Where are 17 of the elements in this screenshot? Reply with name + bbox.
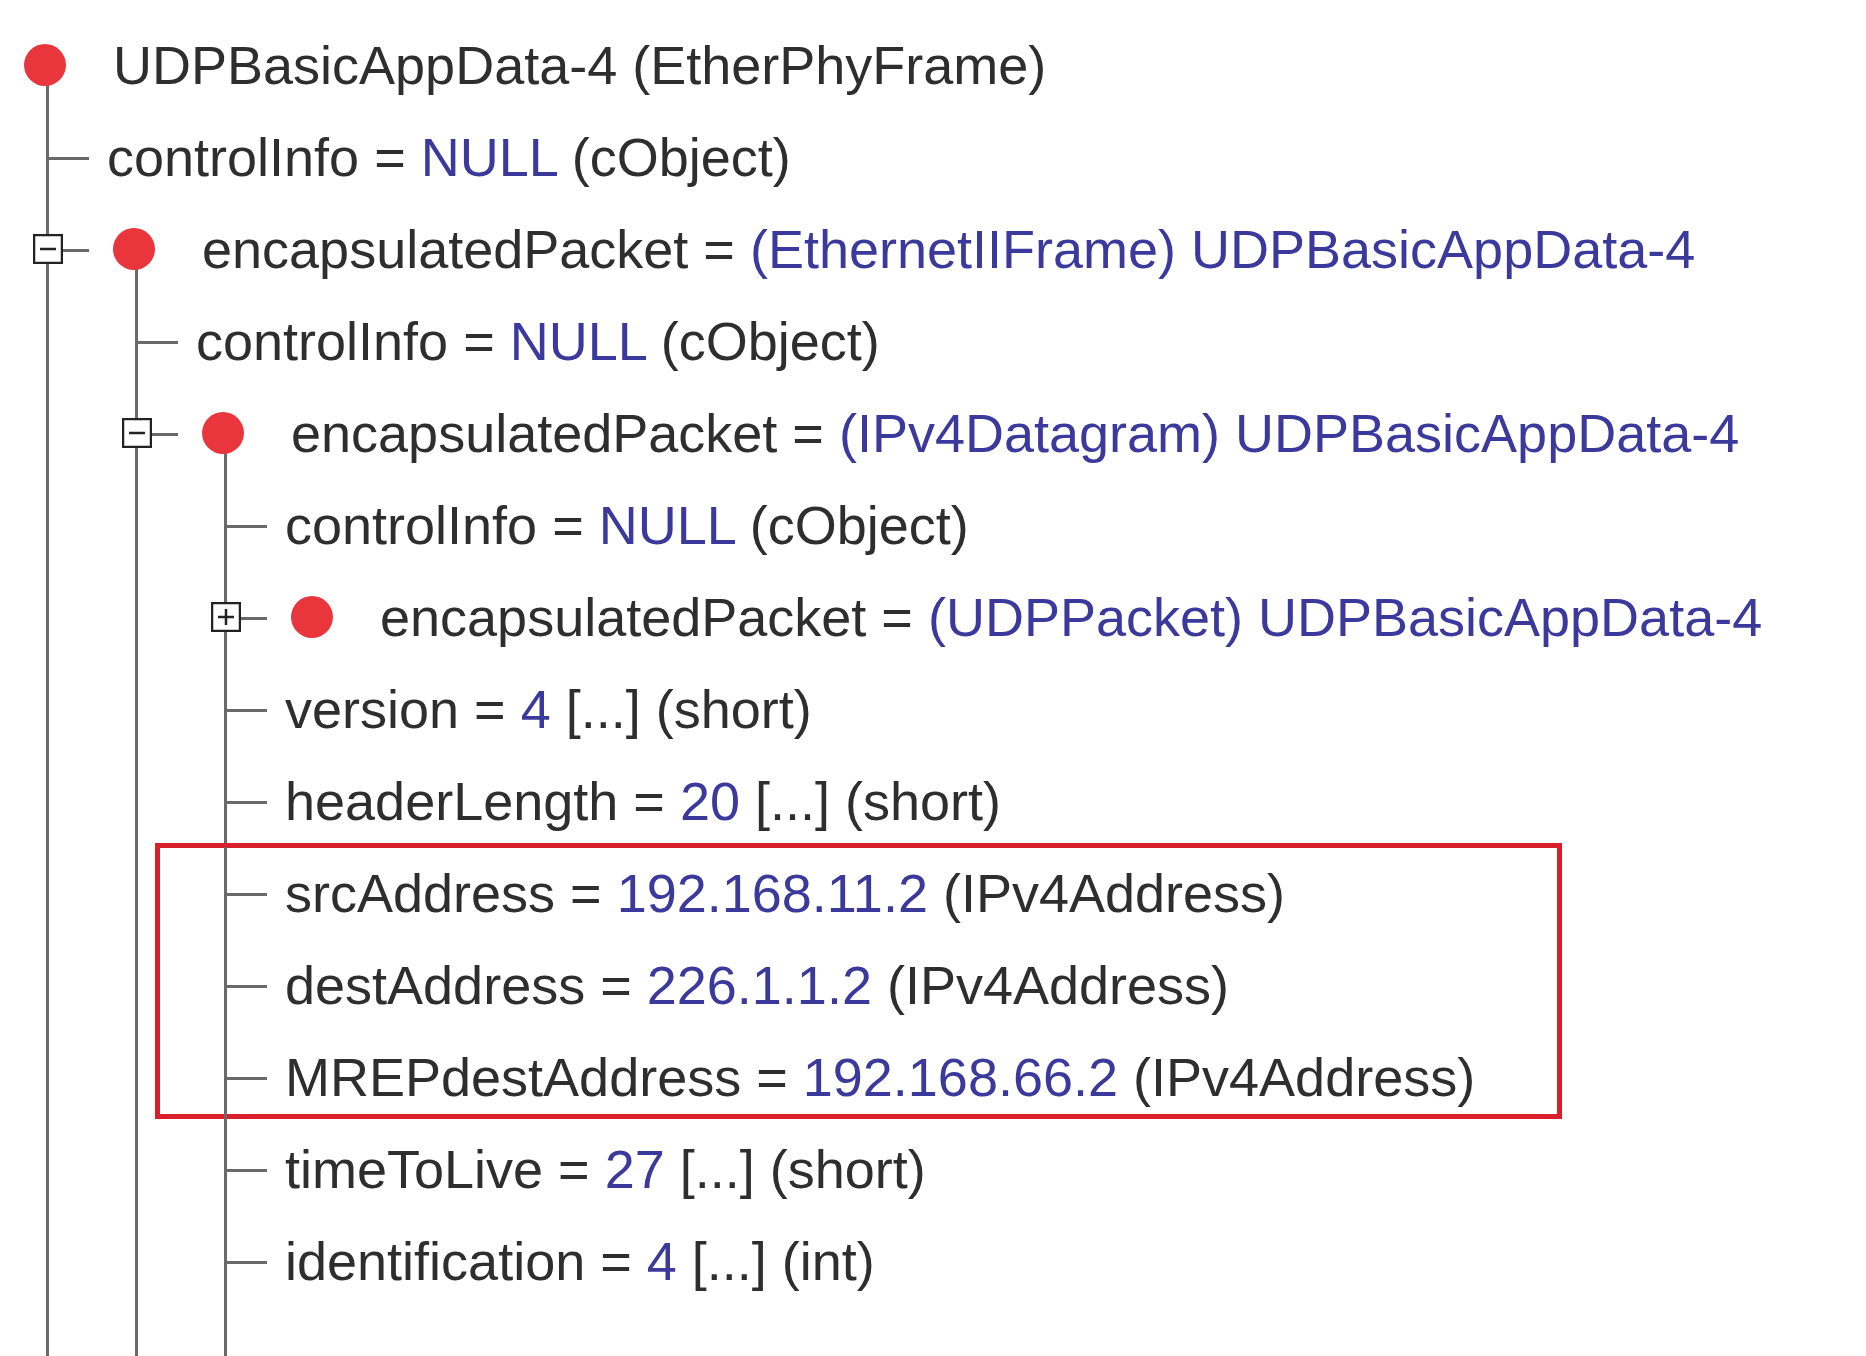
node-text: srcAddress = 192.168.11.2 (IPv4Address): [285, 861, 1286, 925]
node-text: timeToLive = 27 [...] (short): [285, 1137, 926, 1201]
node-text: controlInfo = NULL (cObject): [107, 125, 791, 189]
collapse-icon[interactable]: [122, 418, 152, 448]
node-text: destAddress = 226.1.1.2 (IPv4Address): [285, 953, 1230, 1017]
node-text: UDPBasicAppData-4 (EtherPhyFrame): [113, 33, 1047, 97]
node-text: encapsulatedPacket = (UDPPacket) UDPBasicAppData-4: [380, 585, 1763, 649]
node-text: controlInfo = NULL (cObject): [285, 493, 969, 557]
collapse-icon[interactable]: [33, 234, 63, 264]
node-text: version = 4 [...] (short): [285, 677, 812, 741]
node-text: controlInfo = NULL (cObject): [196, 309, 880, 373]
expand-icon[interactable]: [211, 602, 241, 632]
node-text: MREPdestAddress = 192.168.66.2 (IPv4Address): [285, 1045, 1476, 1109]
node-text: headerLength = 20 [...] (short): [285, 769, 1001, 833]
node-text: encapsulatedPacket = (IPv4Datagram) UDPBasicAppData-4: [291, 401, 1740, 465]
node-text: identification = 4 [...] (int): [285, 1229, 875, 1293]
node-text: encapsulatedPacket = (EthernetIIFrame) UDPBasicAppData-4: [202, 217, 1696, 281]
